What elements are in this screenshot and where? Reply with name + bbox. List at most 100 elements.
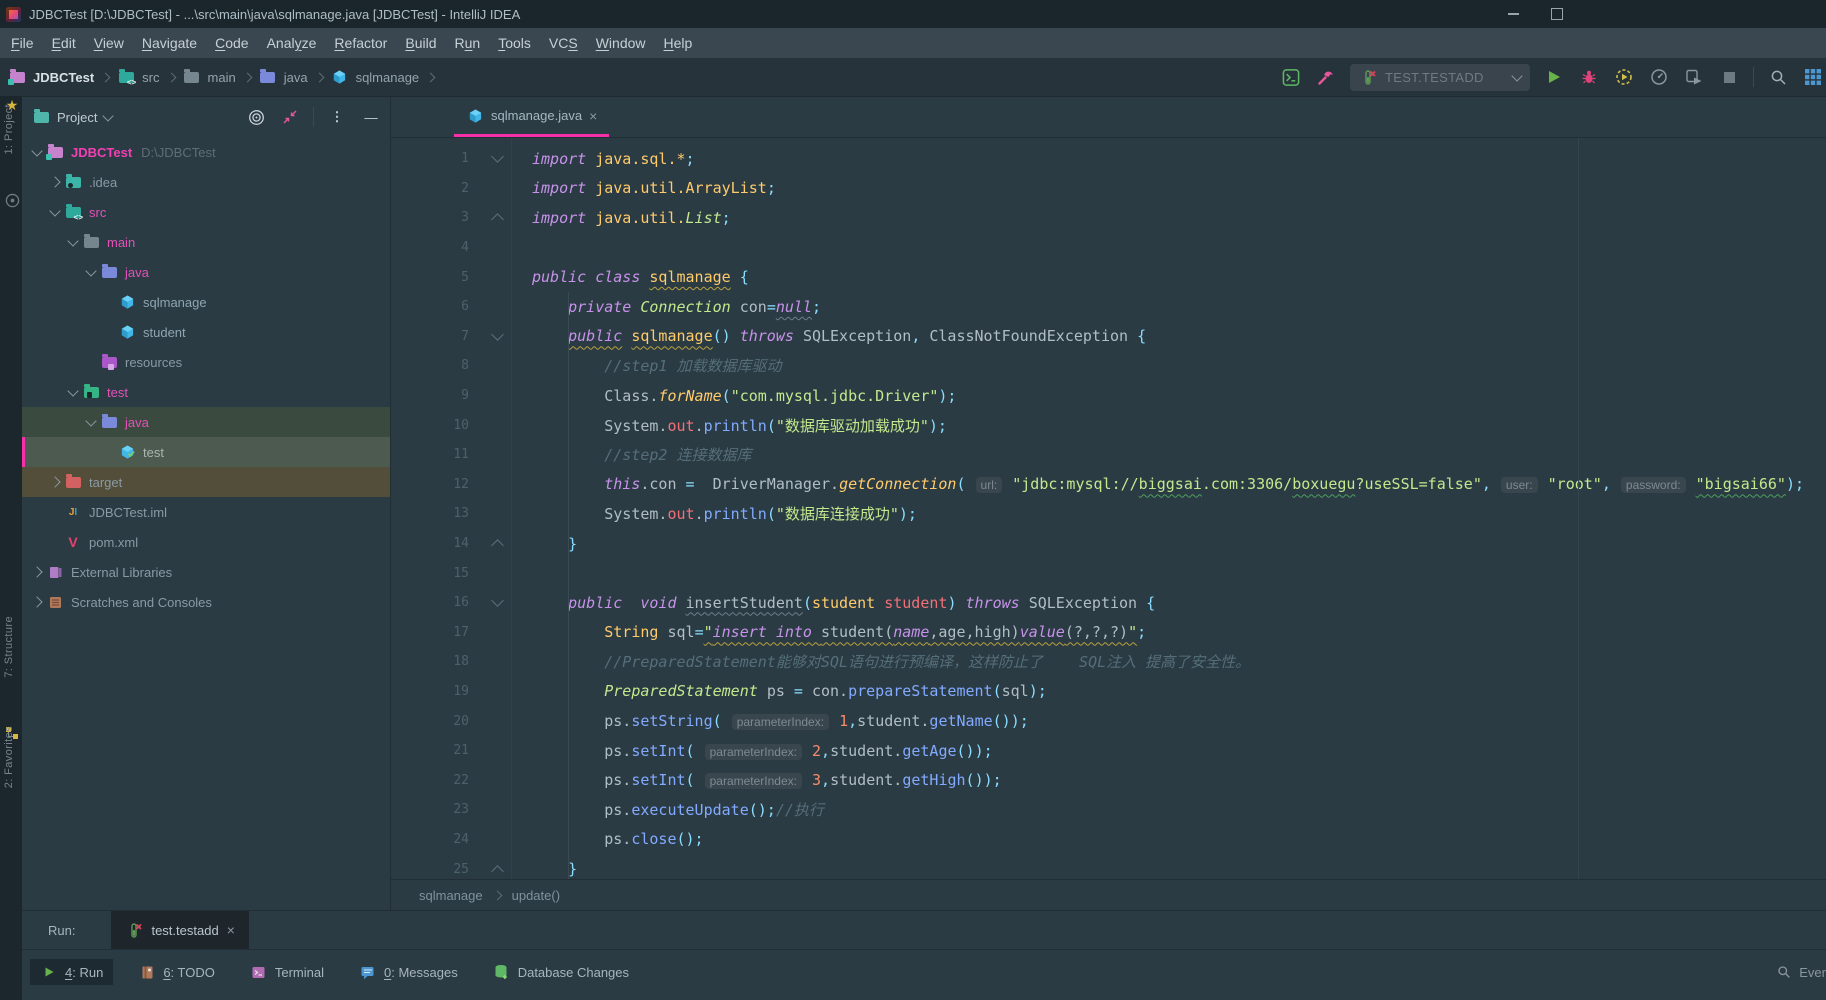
debug-button[interactable] — [1578, 65, 1600, 89]
code-text: //step1 加载数据库驱动 — [604, 357, 782, 376]
status-tab-4-run[interactable]: 4: Run — [30, 959, 114, 985]
circle-icon[interactable] — [3, 192, 21, 208]
chevron-down-icon[interactable] — [64, 384, 82, 397]
menu-view[interactable]: View — [85, 35, 133, 51]
fold-marker[interactable] — [483, 150, 511, 164]
menu-help[interactable]: Help — [655, 35, 702, 51]
run-with-button[interactable] — [1683, 65, 1705, 89]
build-hammer-button[interactable] — [1315, 65, 1337, 89]
breadcrumb-item-src[interactable]: src — [142, 70, 159, 85]
status-tab-6-todo[interactable]: 6: TODO — [128, 959, 225, 985]
build-hammer-icon — [1317, 69, 1335, 85]
indent-guide — [568, 292, 569, 879]
tree-item-jdbctest-iml[interactable]: JI JDBCTest.iml — [22, 497, 390, 527]
breadcrumb-separator — [100, 72, 111, 82]
breadcrumb-item-main[interactable]: main — [208, 70, 236, 85]
run-button[interactable] — [1543, 65, 1565, 89]
chevron-right-icon[interactable] — [46, 476, 64, 488]
tree-item-java[interactable]: java — [22, 407, 390, 437]
tree-item-test[interactable]: test — [22, 377, 390, 407]
menu-refactor[interactable]: Refactor — [325, 35, 396, 51]
menu-code[interactable]: Code — [206, 35, 257, 51]
menu-file[interactable]: File — [2, 35, 43, 51]
tree-item-idea[interactable]: .idea — [22, 167, 390, 197]
tree-item-external-libraries[interactable]: External Libraries — [22, 557, 390, 587]
chevron-down-icon[interactable] — [46, 204, 64, 217]
locate-button[interactable] — [245, 105, 267, 129]
maximize-button[interactable] — [1540, 0, 1574, 28]
coverage-button[interactable] — [1613, 65, 1635, 89]
tree-item-src[interactable]: <> src — [22, 197, 390, 227]
sidebar-item-structure[interactable]: 7: Structure — [3, 616, 15, 678]
run-configuration-select[interactable]: TEST.TESTADD — [1350, 63, 1530, 91]
status-bar: 4: Run 6: TODO Terminal 0: Messages Database… — [22, 949, 1826, 1000]
menu-navigate[interactable]: Navigate — [133, 35, 206, 51]
fold-marker[interactable] — [483, 863, 511, 878]
chevron-down-icon[interactable] — [28, 144, 46, 157]
editor-tab-sqlmanage[interactable]: sqlmanage.java × — [454, 97, 610, 137]
project-panel-title[interactable]: Project — [57, 110, 97, 125]
sidebar-item-favorites[interactable]: 2: Favorites — [3, 726, 15, 788]
tree-item-scratches-and-consoles[interactable]: Scratches and Consoles — [22, 587, 390, 617]
collapse-button[interactable] — [279, 105, 301, 129]
tree-item-main[interactable]: main — [22, 227, 390, 257]
search-button[interactable] — [1767, 65, 1789, 89]
tree-item-target[interactable]: target — [22, 467, 390, 497]
menu-tools[interactable]: Tools — [489, 35, 540, 51]
close-icon[interactable]: × — [227, 923, 235, 937]
tree-item-java[interactable]: java — [22, 257, 390, 287]
tree-item-label: pom.xml — [89, 534, 139, 550]
profiler-button[interactable] — [1648, 65, 1670, 89]
editor-breadcrumb-update[interactable]: update() — [512, 888, 560, 903]
run-tab-testadd[interactable]: test.testadd × — [111, 911, 249, 949]
menu-window[interactable]: Window — [587, 35, 655, 51]
chevron-right-icon[interactable] — [28, 566, 46, 578]
code-editor[interactable]: 1 import java.sql.*; 2 import java.util.Arr… — [391, 138, 1826, 879]
status-tab-terminal[interactable]: Terminal — [240, 959, 334, 985]
close-icon[interactable]: × — [589, 109, 597, 123]
event-log[interactable]: Ever — [1775, 964, 1826, 980]
code-text: private Connection con=null; — [568, 297, 821, 316]
line-number: 2 — [461, 180, 469, 196]
tree-item-pom-xml[interactable]: Vpom.xml — [22, 527, 390, 557]
maximize-icon — [1551, 8, 1563, 20]
tree-item-student[interactable]: student — [22, 317, 390, 347]
menu-vcs[interactable]: VCS — [540, 35, 587, 51]
kebab-button[interactable]: ⋮ — [326, 105, 348, 129]
breadcrumb-item-java[interactable]: java — [284, 70, 308, 85]
favorites-star-icon[interactable]: ★ — [3, 97, 21, 113]
grid-button[interactable] — [1802, 65, 1824, 89]
chevron-down-icon[interactable] — [82, 414, 100, 427]
chevron-down-icon[interactable] — [102, 109, 115, 122]
breadcrumb-item-jdbctest[interactable]: JDBCTest — [33, 70, 94, 85]
status-tab-0-messages[interactable]: 0: Messages — [349, 959, 468, 985]
minimize-button[interactable] — [1496, 0, 1530, 28]
hide-button[interactable]: — — [360, 105, 382, 129]
java-folder-icon — [100, 263, 118, 280]
tree-item-sqlmanage[interactable]: sqlmanage — [22, 287, 390, 317]
fold-marker[interactable] — [483, 537, 511, 552]
chevron-down-icon[interactable] — [64, 234, 82, 247]
project-folder-icon — [32, 108, 50, 125]
tree-item-resources[interactable]: resources — [22, 347, 390, 377]
breadcrumb-item-sqlmanage[interactable]: sqlmanage — [356, 70, 420, 85]
terminal-run-button[interactable] — [1280, 65, 1302, 89]
fold-marker[interactable] — [483, 594, 511, 608]
code-text: ps.executeUpdate();//执行 — [532, 801, 824, 820]
chevron-right-icon[interactable] — [46, 176, 64, 188]
menu-run[interactable]: Run — [446, 35, 490, 51]
editor-breadcrumb-sqlmanage[interactable]: sqlmanage — [419, 888, 483, 903]
stop-button[interactable] — [1718, 65, 1740, 89]
tree-item-label: .idea — [89, 174, 118, 190]
chevron-down-icon[interactable] — [82, 264, 100, 277]
menu-analyze[interactable]: Analyze — [258, 35, 326, 51]
fold-marker[interactable] — [483, 327, 511, 341]
status-tab-database-changes[interactable]: Database Changes — [483, 959, 639, 985]
tree-item-jdbctest[interactable]: JDBCTest D:\JDBCTest — [22, 137, 390, 167]
menu-build[interactable]: Build — [396, 35, 445, 51]
menu-edit[interactable]: Edit — [43, 35, 85, 51]
terminal-run-icon — [1282, 68, 1300, 86]
chevron-right-icon[interactable] — [28, 596, 46, 608]
tree-item-test[interactable]: test — [22, 437, 390, 467]
fold-marker[interactable] — [483, 211, 511, 227]
